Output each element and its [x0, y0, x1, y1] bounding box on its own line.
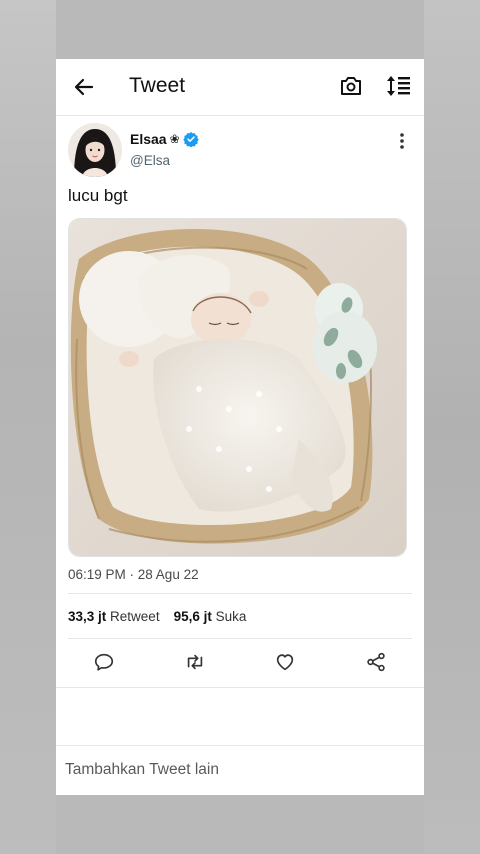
divider [68, 593, 412, 594]
retweet-stat[interactable]: 33,3 jt Retweet [68, 609, 160, 624]
sort-lines-icon[interactable] [386, 74, 412, 98]
add-tweet-input[interactable]: Tambahkan Tweet lain [65, 761, 219, 779]
backdrop-left [0, 0, 56, 854]
tweet-text: lucu bgt [68, 186, 128, 205]
like-stat[interactable]: 95,6 jt Suka [174, 609, 247, 624]
divider [56, 745, 424, 746]
retweet-label: Retweet [110, 609, 160, 624]
retweet-count: 33,3 jt [68, 609, 107, 624]
author-name-row: Elsaa ❀ [130, 131, 199, 147]
like-count: 95,6 jt [173, 609, 212, 624]
camera-icon[interactable] [339, 74, 363, 98]
reply-icon[interactable] [93, 651, 115, 673]
backdrop-right [424, 0, 480, 854]
verified-badge-icon [182, 132, 199, 147]
author-handle[interactable]: @Elsa [130, 153, 170, 168]
divider [56, 687, 424, 688]
arrow-left-icon[interactable] [72, 75, 96, 99]
display-name[interactable]: Elsaa [130, 131, 167, 147]
tweet-media-photo[interactable] [68, 218, 407, 557]
more-options-icon[interactable] [394, 131, 410, 151]
tweet-timestamp: 06:19 PM · 28 Agu 22 [68, 567, 199, 582]
retweet-icon[interactable] [184, 651, 206, 673]
like-label: Suka [215, 609, 247, 624]
tweet-stats: 33,3 jt Retweet 95,6 jt Suka [68, 609, 246, 624]
tweet-screen: Tweet Elsaa ❀ @Elsa lucu bgt 06:19 PM · … [56, 59, 424, 795]
like-icon[interactable] [274, 651, 296, 673]
divider [68, 638, 412, 639]
top-bar: Tweet [56, 59, 424, 116]
page-title: Tweet [129, 74, 186, 97]
avatar[interactable] [68, 123, 122, 177]
tweet-actions [56, 649, 424, 679]
flower-icon: ❀ [169, 132, 180, 146]
share-icon[interactable] [365, 651, 387, 673]
